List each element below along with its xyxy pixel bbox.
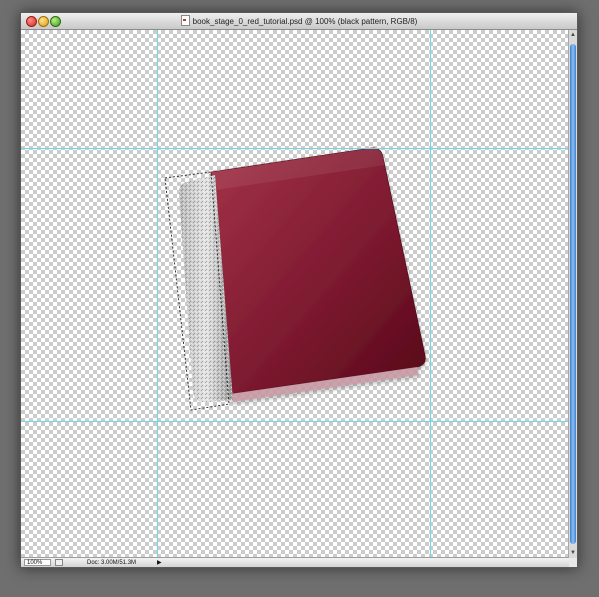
scroll-up-icon[interactable]: ▲ <box>570 32 576 38</box>
psd-document-icon <box>180 15 190 26</box>
window-titlebar[interactable]: book_stage_0_red_tutorial.psd @ 100% (bl… <box>21 13 577 30</box>
status-preview-icon[interactable] <box>55 559 63 566</box>
photoshop-document-window: book_stage_0_red_tutorial.psd @ 100% (bl… <box>20 12 578 568</box>
book-artwork <box>21 30 569 558</box>
window-title: book_stage_0_red_tutorial.psd @ 100% (bl… <box>192 17 418 26</box>
document-size-info: Doc: 3.00M/51.3M <box>87 560 137 566</box>
vertical-scrollbar[interactable]: ▲ ▼ <box>568 30 577 558</box>
zoom-level-field[interactable]: 100% <box>24 559 51 566</box>
window-title-wrap: book_stage_0_red_tutorial.psd @ 100% (bl… <box>21 15 577 26</box>
scroll-down-icon[interactable]: ▼ <box>570 550 576 556</box>
book-cover <box>210 147 426 402</box>
status-bar: 100% Doc: 3.00M/51.3M ▶ <box>21 557 569 567</box>
scrollbar-thumb[interactable] <box>570 44 576 544</box>
status-menu-arrow-icon[interactable]: ▶ <box>157 559 162 567</box>
document-canvas[interactable] <box>21 30 569 558</box>
